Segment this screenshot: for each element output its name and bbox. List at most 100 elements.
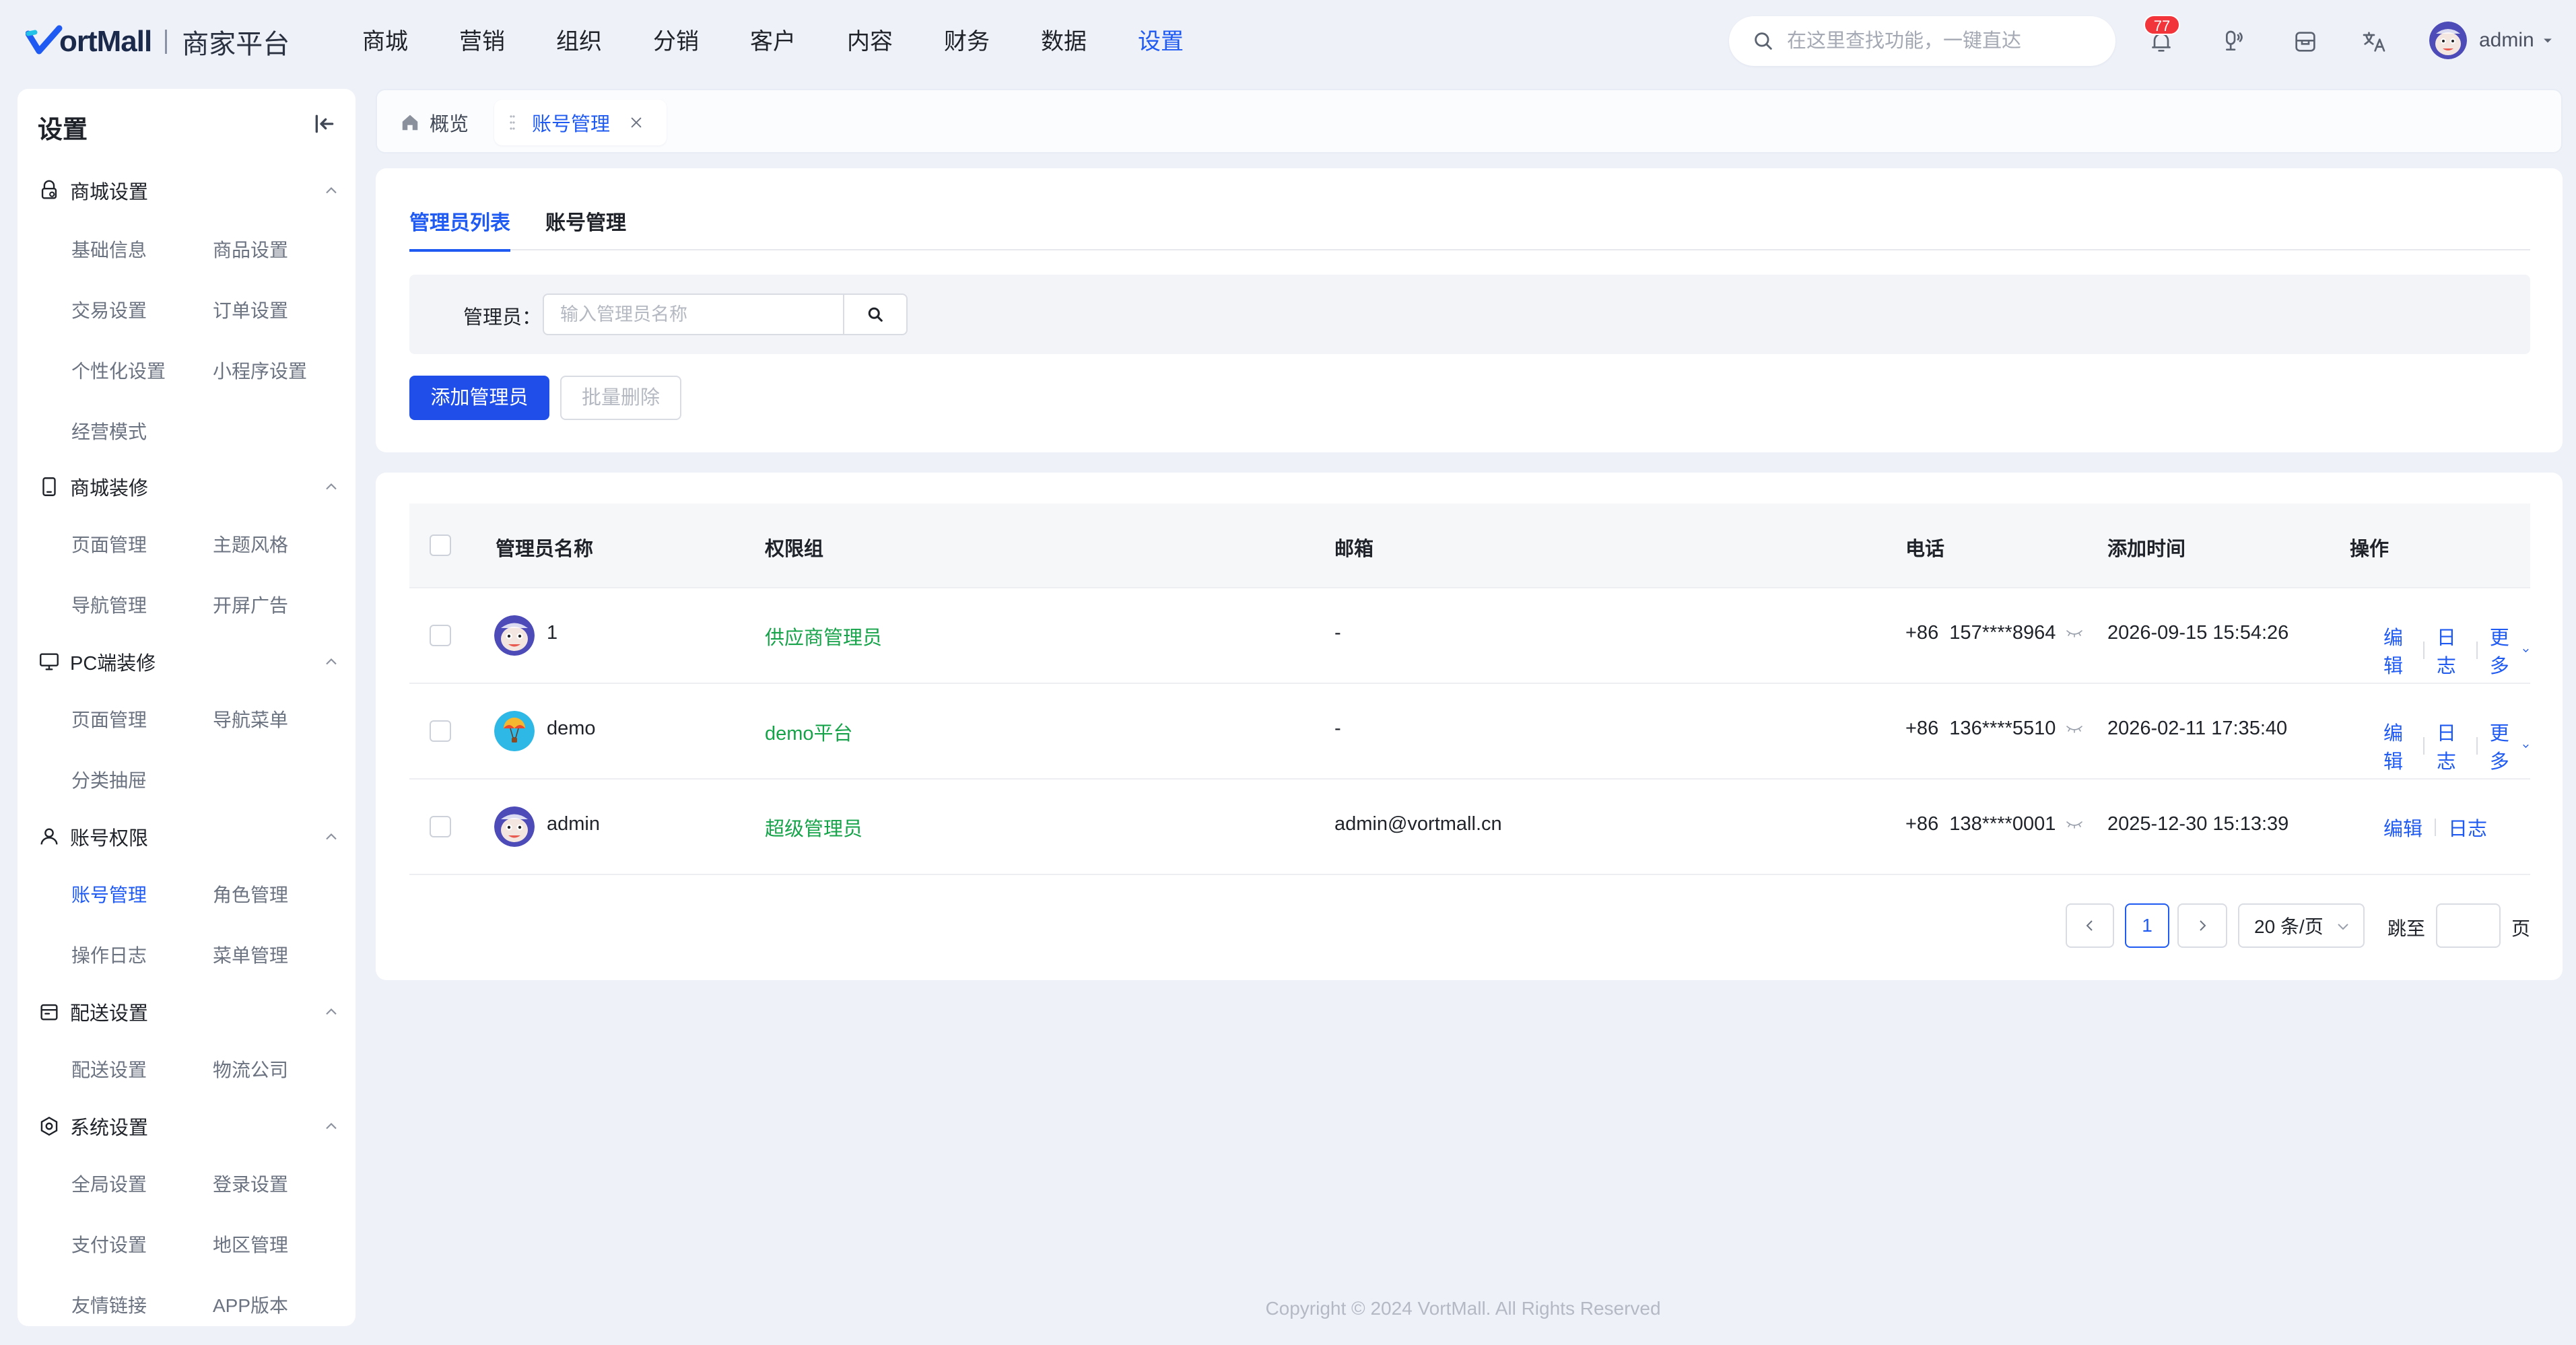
sidebar-item-payment-settings[interactable]: 支付设置: [71, 1231, 147, 1257]
tab-account-settings[interactable]: 账号管理: [545, 209, 626, 250]
nav-marketing[interactable]: 营销: [459, 24, 556, 59]
sidebar-group-mall-settings[interactable]: 商城设置: [38, 176, 341, 205]
sidebar-group-label: PC端装修: [70, 653, 156, 675]
more-link[interactable]: 更多: [2490, 718, 2517, 774]
sidebar-item-miniprogram[interactable]: 小程序设置: [213, 357, 307, 384]
sidebar-item-pc-nav-menu[interactable]: 导航菜单: [213, 705, 288, 732]
nav-content[interactable]: 内容: [847, 24, 944, 59]
sidebar-group-pc-decoration[interactable]: PC端装修: [38, 648, 341, 676]
nav-organization[interactable]: 组织: [556, 24, 653, 59]
sidebar-item-splash-ad[interactable]: 开屏广告: [213, 591, 288, 618]
select-all-checkbox[interactable]: [430, 534, 451, 556]
sidebar-item-login-settings[interactable]: 登录设置: [213, 1170, 288, 1197]
sidebar-item-trade-settings[interactable]: 交易设置: [71, 296, 147, 323]
sidebar-item-role-manage[interactable]: 角色管理: [213, 881, 288, 907]
row-checkbox[interactable]: [430, 625, 451, 646]
search-input[interactable]: [1787, 30, 2103, 53]
store-button[interactable]: [2289, 26, 2321, 58]
chevron-down-icon: [2523, 648, 2529, 653]
edit-link[interactable]: 编辑: [2383, 622, 2411, 679]
sidebar-item-delivery-settings[interactable]: 配送设置: [71, 1056, 147, 1082]
tab-account-manage[interactable]: 账号管理: [494, 100, 667, 145]
drag-handle-icon[interactable]: [509, 114, 516, 131]
column-header-email: 邮箱: [1334, 539, 1374, 560]
sidebar-item-order-settings[interactable]: 订单设置: [213, 296, 288, 323]
sidebar-item-basic-info[interactable]: 基础信息: [71, 236, 147, 263]
page-size-value: 20 条/页: [2254, 916, 2324, 937]
divider: [2435, 819, 2437, 836]
sidebar-item-goods-settings[interactable]: 商品设置: [213, 236, 288, 263]
prev-page-button[interactable]: [2066, 903, 2114, 948]
nav-mall[interactable]: 商城: [362, 24, 459, 59]
log-link[interactable]: 日志: [2448, 813, 2487, 841]
brand-logo[interactable]: ortMall 商家平台: [26, 24, 290, 59]
sidebar-item-logistics[interactable]: 物流公司: [213, 1056, 288, 1082]
tab-admin-list[interactable]: 管理员列表: [409, 209, 510, 252]
language-button[interactable]: [2358, 26, 2390, 58]
tab-overview[interactable]: 概览: [389, 100, 479, 145]
row-checkbox[interactable]: [430, 816, 451, 837]
nav-settings[interactable]: 设置: [1138, 24, 1235, 59]
search-button[interactable]: [843, 294, 908, 335]
nav-customer[interactable]: 客户: [750, 24, 847, 59]
page-tabs-bar: 概览 账号管理: [376, 89, 2563, 153]
admin-filter-label: 管理员：: [463, 307, 542, 329]
user-menu[interactable]: admin: [2429, 22, 2554, 59]
jump-page-input[interactable]: [2436, 903, 2501, 948]
sidebar-item-business-mode[interactable]: 经营模式: [71, 417, 147, 444]
sidebar-item-region-manage[interactable]: 地区管理: [213, 1231, 288, 1257]
log-link[interactable]: 日志: [2437, 718, 2464, 774]
more-link[interactable]: 更多: [2490, 622, 2517, 679]
close-icon[interactable]: [629, 115, 644, 130]
tablet-icon: [42, 477, 56, 496]
system-gear-icon: [40, 1116, 58, 1136]
divider: [2423, 737, 2425, 755]
log-link[interactable]: 日志: [2437, 622, 2464, 679]
sidebar-item-personalization[interactable]: 个性化设置: [71, 357, 166, 384]
sidebar-item-operation-log[interactable]: 操作日志: [71, 941, 147, 968]
row-checkbox[interactable]: [430, 720, 451, 742]
batch-delete-button[interactable]: 批量删除: [560, 376, 681, 420]
sidebar-group-system[interactable]: 系统设置: [38, 1112, 341, 1140]
phone-number: +86 157****8964: [1905, 622, 2056, 644]
next-page-button[interactable]: [2177, 903, 2227, 948]
main-nav: 商城 营销 组织 分销 客户 内容 财务 数据 设置: [362, 24, 1235, 59]
nav-data[interactable]: 数据: [1041, 24, 1138, 59]
column-header-name: 管理员名称: [496, 539, 594, 560]
sidebar-item-pc-page-manage[interactable]: 页面管理: [71, 705, 147, 732]
sidebar-group-account-permissions[interactable]: 账号权限: [38, 823, 341, 851]
sidebar-item-page-manage[interactable]: 页面管理: [71, 530, 147, 557]
added-time: 2025-12-30 15:13:39: [2107, 813, 2289, 835]
sidebar-item-category-drawer[interactable]: 分类抽屉: [71, 766, 147, 793]
admin-name-input[interactable]: [543, 294, 844, 335]
sidebar-group-mall-decoration[interactable]: 商城装修: [38, 473, 341, 501]
nav-finance[interactable]: 财务: [944, 24, 1041, 59]
edit-link[interactable]: 编辑: [2383, 718, 2411, 774]
page-size-select[interactable]: 20 条/页: [2238, 903, 2365, 948]
page-button-1[interactable]: 1: [2125, 903, 2169, 948]
sidebar-group-delivery[interactable]: 配送设置: [38, 998, 341, 1026]
permission-group[interactable]: 供应商管理员: [765, 622, 882, 650]
add-admin-button[interactable]: 添加管理员: [409, 376, 549, 420]
row-actions: 编辑 日志: [2383, 813, 2487, 841]
sidebar-item-account-manage[interactable]: 账号管理: [71, 881, 147, 907]
sidebar-item-global-settings[interactable]: 全局设置: [71, 1170, 147, 1197]
chevron-up-icon: [326, 833, 337, 840]
divider: [2423, 642, 2425, 659]
edit-link[interactable]: 编辑: [2383, 813, 2422, 841]
sidebar-item-menu-manage[interactable]: 菜单管理: [213, 941, 288, 968]
eye-closed-icon[interactable]: [2065, 819, 2084, 831]
column-header-time: 添加时间: [2107, 539, 2186, 560]
permission-group[interactable]: 超级管理员: [765, 813, 862, 841]
sidebar-item-nav-manage[interactable]: 导航管理: [71, 591, 147, 618]
nav-distribution[interactable]: 分销: [653, 24, 750, 59]
home-icon: [402, 114, 418, 131]
phone-number: +86 138****0001: [1905, 813, 2056, 835]
eye-closed-icon[interactable]: [2065, 723, 2084, 735]
collapse-sidebar-icon[interactable]: [311, 110, 338, 137]
voice-button[interactable]: [2215, 26, 2247, 58]
chevron-up-icon: [326, 187, 337, 194]
permission-group[interactable]: demo平台: [765, 718, 853, 746]
sidebar-item-theme-style[interactable]: 主题风格: [213, 530, 288, 557]
eye-closed-icon[interactable]: [2065, 627, 2084, 640]
